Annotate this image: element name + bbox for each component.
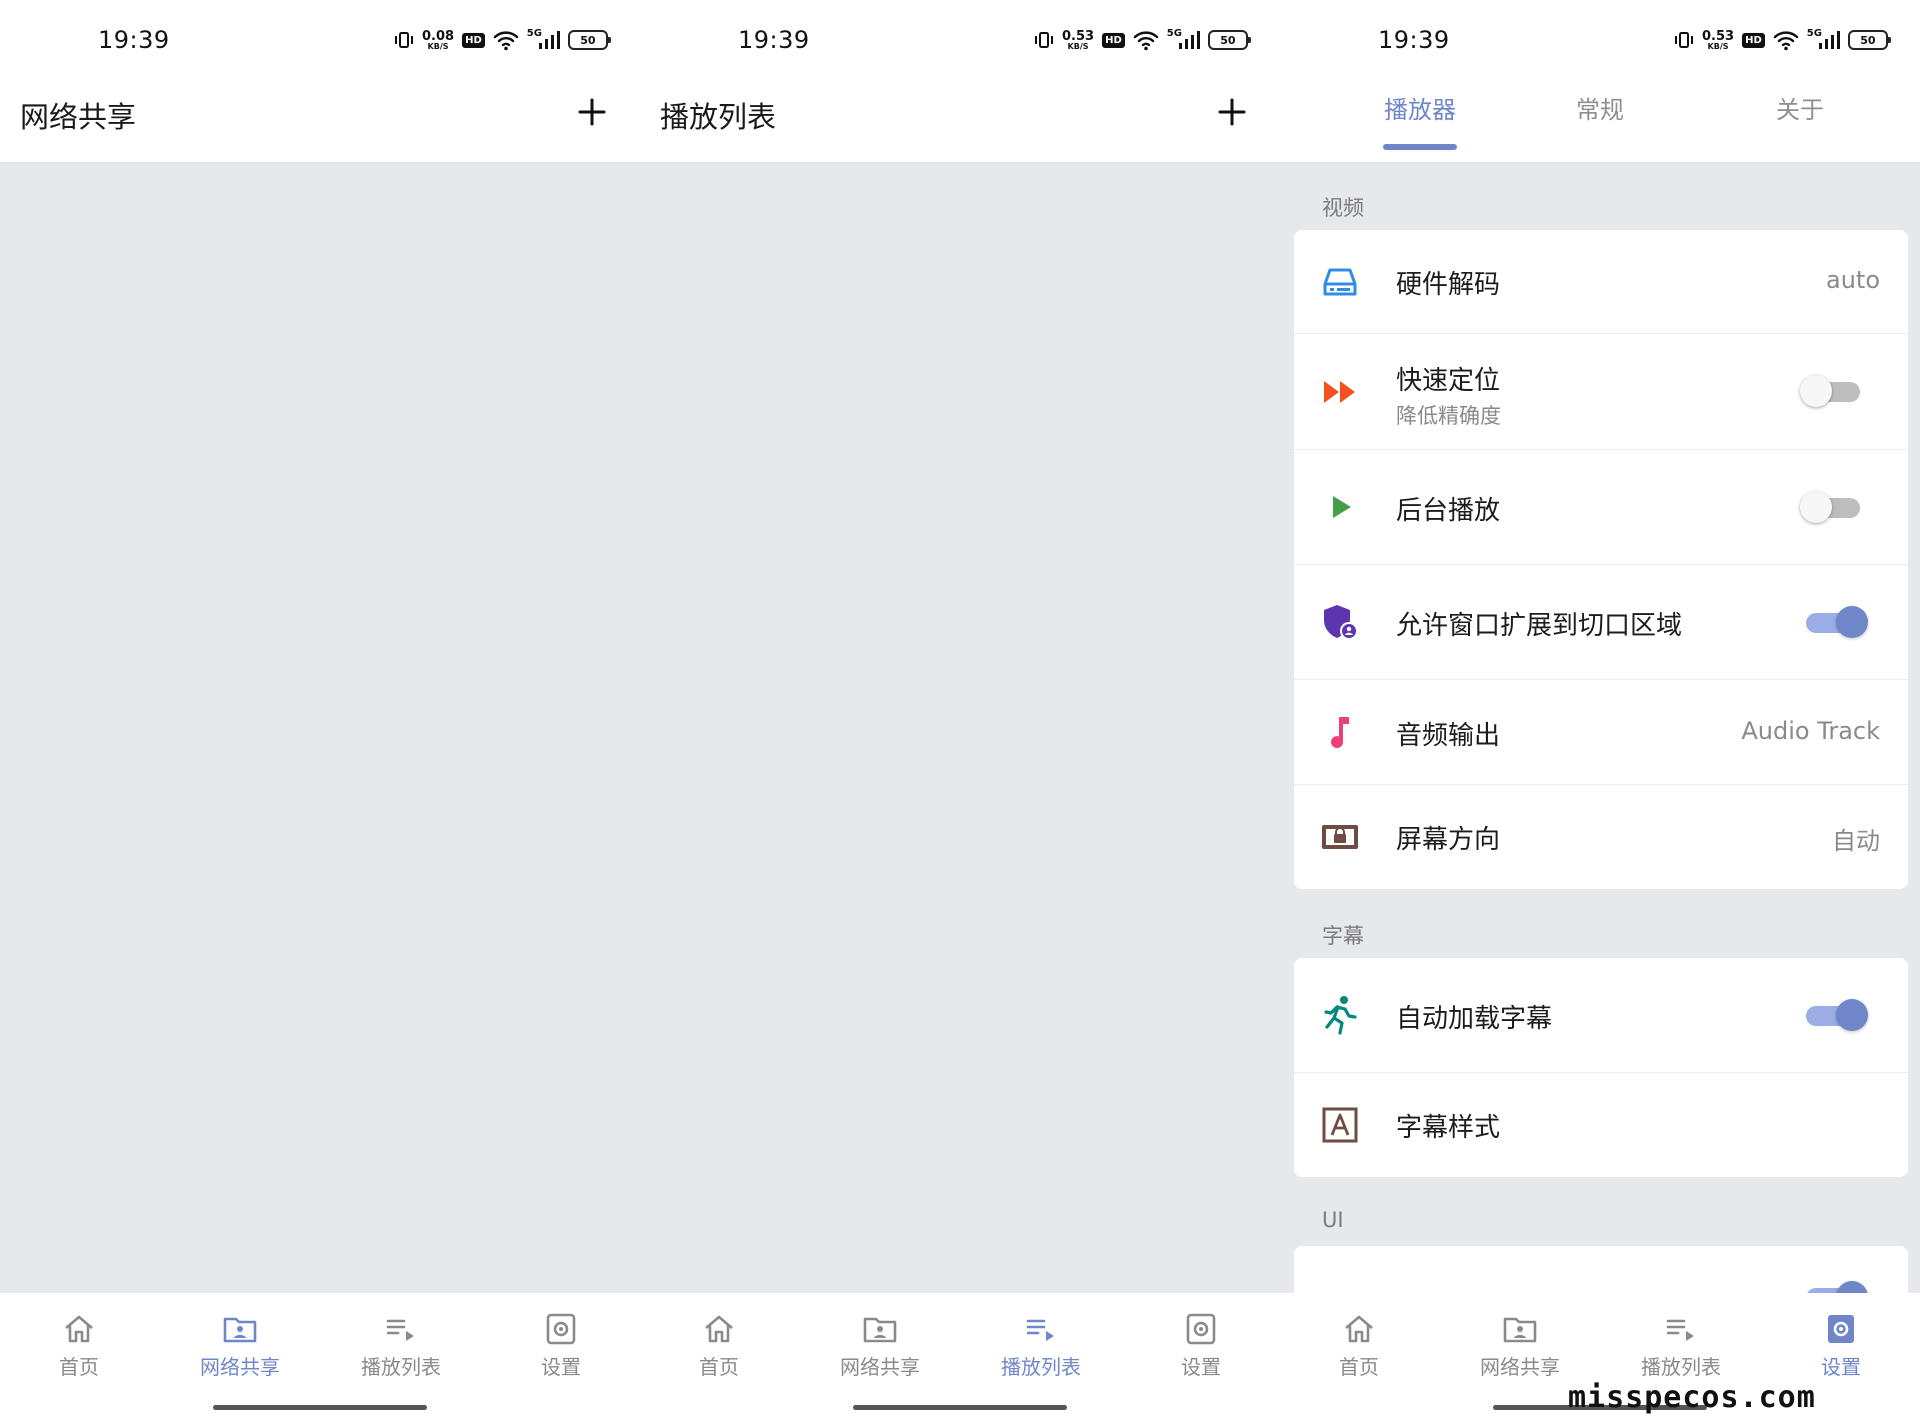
- hd-badge: HD: [462, 32, 485, 48]
- home-icon: [1345, 1315, 1373, 1343]
- playlist-screen: 19:39 0.53 KB/S HD 5G 50 播放列表 首页 网络共享 播放…: [640, 0, 1280, 1423]
- wifi-icon: [493, 31, 518, 51]
- status-time: 19:39: [1378, 26, 1450, 54]
- status-time: 19:39: [738, 26, 810, 54]
- gesture-bar[interactable]: [853, 1405, 1067, 1410]
- playlist-icon: [1666, 1319, 1694, 1341]
- tab-player[interactable]: 播放器: [1360, 90, 1480, 125]
- status-bar: 19:39 0.53 KB/S HD 5G 50: [1280, 0, 1920, 78]
- nav-playlist[interactable]: 播放列表: [336, 1313, 466, 1380]
- subtitle-settings-card: 自动加载字幕 字幕样式: [1294, 958, 1908, 1177]
- network-type: 5G: [1806, 27, 1822, 39]
- net-speed: 0.08 KB/S: [422, 28, 455, 51]
- video-settings-card: 硬件解码 auto 快速定位 降低精确度 后台播放 允许窗口扩展到切口区域 音频…: [1294, 230, 1908, 889]
- add-share-button[interactable]: [570, 90, 614, 134]
- running-icon: [1320, 995, 1360, 1035]
- setting-hardware-decode[interactable]: 硬件解码 auto: [1294, 230, 1908, 334]
- hd-badge: HD: [1742, 32, 1765, 48]
- system-icons: 0.08 KB/S HD 5G 50: [394, 26, 611, 54]
- net-speed: 0.53 KB/S: [1702, 28, 1735, 51]
- vibrate-icon: [395, 32, 413, 48]
- nav-playlist[interactable]: 播放列表: [1616, 1313, 1746, 1380]
- section-label-video: 视频: [1322, 196, 1364, 220]
- vibrate-icon: [1675, 32, 1693, 48]
- net-speed: 0.53 KB/S: [1062, 28, 1095, 51]
- screen-lock-icon: [1320, 817, 1360, 857]
- nav-settings[interactable]: 设置: [1136, 1313, 1266, 1380]
- setting-subtitle-style[interactable]: 字幕样式: [1294, 1073, 1908, 1177]
- screen-orientation-value: 自动: [1832, 827, 1880, 855]
- tab-indicator: [1383, 144, 1457, 150]
- hard-drive-icon: [1320, 262, 1360, 302]
- system-icons: 0.53 KB/S HD 5G 50: [1674, 26, 1891, 54]
- nav-home[interactable]: 首页: [14, 1313, 144, 1380]
- playlist-icon: [1026, 1319, 1054, 1341]
- audio-output-value: Audio Track: [1741, 717, 1880, 745]
- nav-settings[interactable]: 设置: [496, 1313, 626, 1380]
- app-bar: 网络共享: [0, 78, 640, 162]
- nav-home[interactable]: 首页: [654, 1313, 784, 1380]
- folder-user-icon: [1503, 1317, 1537, 1343]
- bottom-navigation: 首页 网络共享 播放列表 设置: [640, 1293, 1280, 1423]
- status-bar: 19:39 0.08 KB/S HD 5G 50: [0, 0, 640, 78]
- music-note-icon: [1320, 712, 1360, 752]
- status-time: 19:39: [98, 26, 170, 54]
- network-type: 5G: [1166, 27, 1182, 39]
- gesture-bar[interactable]: [213, 1405, 427, 1410]
- display-cutout-toggle[interactable]: [1806, 606, 1868, 638]
- shield-user-icon: [1320, 602, 1360, 642]
- nav-network-share[interactable]: 网络共享: [1455, 1313, 1585, 1380]
- bottom-navigation: 首页 网络共享 播放列表 设置: [0, 1293, 640, 1423]
- section-label-subtitles: 字幕: [1322, 924, 1364, 948]
- setting-auto-load-subtitles[interactable]: 自动加载字幕: [1294, 958, 1908, 1073]
- home-icon: [705, 1315, 733, 1343]
- nav-network-share[interactable]: 网络共享: [815, 1313, 945, 1380]
- nav-network-share[interactable]: 网络共享: [175, 1313, 305, 1380]
- hd-badge: HD: [1102, 32, 1125, 48]
- play-icon: [1320, 487, 1360, 527]
- vibrate-icon: [1035, 32, 1053, 48]
- status-bar: 19:39 0.53 KB/S HD 5G 50: [640, 0, 1280, 78]
- setting-audio-output[interactable]: 音频输出 Audio Track: [1294, 680, 1908, 785]
- network-type: 5G: [526, 27, 542, 39]
- folder-user-icon: [863, 1317, 897, 1343]
- font-box-icon: [1320, 1105, 1360, 1145]
- hardware-decode-value: auto: [1825, 266, 1880, 294]
- setting-background-play[interactable]: 后台播放: [1294, 450, 1908, 565]
- tab-about[interactable]: 关于: [1740, 90, 1860, 125]
- network-share-screen: 19:39 0.08 KB/S HD 5G 50 网络共享 首页 网络共享 播放…: [0, 0, 640, 1423]
- nav-playlist[interactable]: 播放列表: [976, 1313, 1106, 1380]
- settings-screen: 19:39 0.53 KB/S HD 5G 50 播放器 常规 关于 视频 硬件…: [1280, 0, 1920, 1423]
- battery-indicator: 50: [1207, 30, 1251, 50]
- auto-load-subtitles-toggle[interactable]: [1806, 999, 1868, 1031]
- add-playlist-button[interactable]: [1210, 90, 1254, 134]
- home-icon: [65, 1315, 93, 1343]
- playlist-icon: [386, 1319, 414, 1341]
- system-icons: 0.53 KB/S HD 5G 50: [1034, 26, 1251, 54]
- page-title: 网络共享: [20, 100, 137, 134]
- setting-fast-seek[interactable]: 快速定位 降低精确度: [1294, 334, 1908, 450]
- setting-screen-orientation[interactable]: 屏幕方向 自动: [1294, 785, 1908, 889]
- screenshot-stage: 19:39 0.08 KB/S HD 5G 50 网络共享 首页 网络共享 播放…: [0, 0, 1920, 1423]
- setting-display-cutout[interactable]: 允许窗口扩展到切口区域: [1294, 565, 1908, 680]
- fast-seek-toggle[interactable]: [1800, 375, 1860, 407]
- watermark: misspecos.com: [1568, 1380, 1816, 1415]
- battery-indicator: 50: [567, 30, 611, 50]
- page-title: 播放列表: [660, 100, 777, 134]
- battery-indicator: 50: [1847, 30, 1891, 50]
- wifi-icon: [1133, 31, 1158, 51]
- folder-user-icon: [223, 1317, 257, 1343]
- settings-icon: [1828, 1315, 1854, 1343]
- wifi-icon: [1773, 31, 1798, 51]
- fast-forward-icon: [1320, 372, 1360, 412]
- tab-general[interactable]: 常规: [1540, 90, 1660, 125]
- settings-tab-bar: 播放器 常规 关于: [1280, 78, 1920, 162]
- nav-home[interactable]: 首页: [1294, 1313, 1424, 1380]
- settings-icon: [1186, 1313, 1216, 1345]
- app-bar: 播放列表: [640, 78, 1280, 162]
- nav-settings[interactable]: 设置: [1776, 1313, 1906, 1380]
- settings-icon: [546, 1313, 576, 1345]
- background-play-toggle[interactable]: [1800, 491, 1860, 523]
- section-label-ui: UI: [1322, 1208, 1344, 1232]
